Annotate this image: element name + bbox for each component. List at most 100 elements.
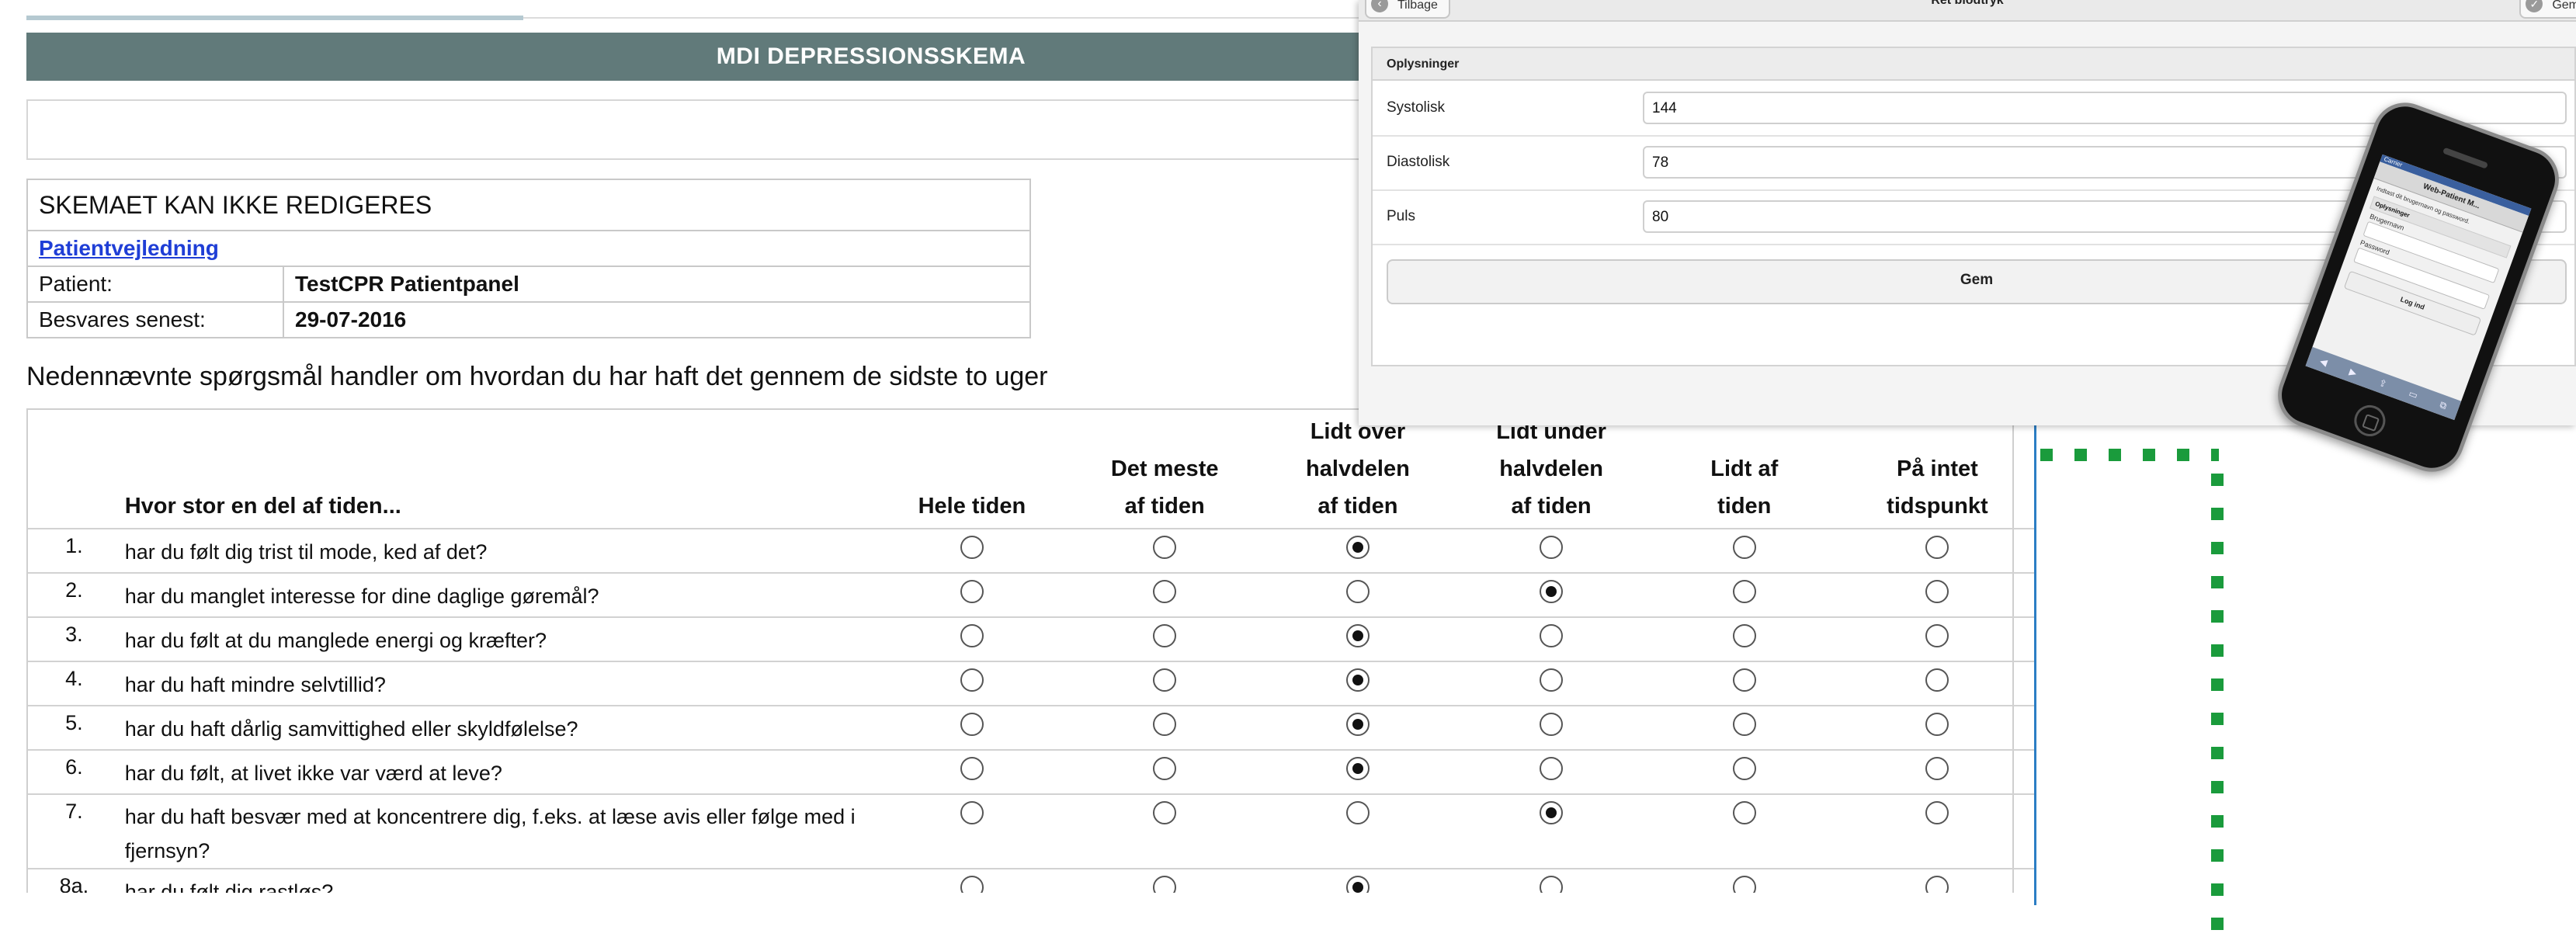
answer-cell xyxy=(1840,528,2034,573)
radio-option[interactable] xyxy=(1925,713,1949,736)
radio-option[interactable] xyxy=(1153,713,1177,736)
radio-option[interactable] xyxy=(1732,801,1756,824)
radio-option[interactable] xyxy=(1925,801,1949,824)
radio-option[interactable] xyxy=(960,668,984,692)
toolbar-save-button[interactable]: ✓ Gem xyxy=(2519,0,2576,19)
answer-cell xyxy=(1068,705,1262,750)
answer-cell xyxy=(1454,793,1648,869)
questions-table: Hvor stor en del af tiden... Hele tiden … xyxy=(28,410,2034,893)
radio-option[interactable] xyxy=(1925,668,1949,692)
question-header: Hvor stor en del af tiden... xyxy=(124,494,401,519)
radio-option[interactable] xyxy=(1153,801,1177,824)
option-header-line: Det meste xyxy=(1110,456,1219,481)
question-text: har du følt dig rastløs? xyxy=(120,868,876,893)
answer-cell xyxy=(1840,616,2034,661)
radio-option[interactable] xyxy=(960,536,984,559)
radio-option[interactable] xyxy=(1153,757,1177,780)
radio-option[interactable] xyxy=(1345,801,1370,824)
question-row: 5. har du haft dårlig samvittighed eller … xyxy=(28,705,2034,750)
share-icon[interactable]: ⇪ xyxy=(2377,377,2388,390)
option-header-line: halvdelen xyxy=(1306,456,1410,481)
radio-option[interactable] xyxy=(1540,757,1564,780)
radio-option[interactable] xyxy=(1732,876,1756,893)
radio-option[interactable] xyxy=(1732,668,1756,692)
radio-option[interactable] xyxy=(1925,624,1949,647)
radio-selected[interactable] xyxy=(1345,536,1370,559)
option-header-line: Hele tiden xyxy=(918,494,1026,519)
intro-text: Nedennævnte spørgsmål handler om hvordan… xyxy=(26,362,1048,391)
radio-option[interactable] xyxy=(1732,713,1756,736)
radio-option[interactable] xyxy=(1925,876,1949,893)
radio-option[interactable] xyxy=(1540,713,1564,736)
toolbar-save-label: Gem xyxy=(2552,0,2576,12)
radio-selected[interactable] xyxy=(1345,876,1370,893)
radio-selected[interactable] xyxy=(1345,668,1370,692)
question-number: 7. xyxy=(28,793,120,869)
answer-cell xyxy=(1261,661,1455,706)
answer-cell xyxy=(1068,572,1262,617)
bp-section-header: Oplysninger xyxy=(1373,48,2574,81)
radio-option[interactable] xyxy=(1732,624,1756,647)
deadline-value: 29-07-2016 xyxy=(283,301,1031,338)
answer-cell xyxy=(1647,868,1841,893)
question-number: 3. xyxy=(28,616,120,661)
radio-option[interactable] xyxy=(960,580,984,603)
radio-option[interactable] xyxy=(1732,580,1756,603)
diastolic-label: Diastolisk xyxy=(1387,154,1450,170)
radio-option[interactable] xyxy=(1925,536,1949,559)
radio-option[interactable] xyxy=(1153,536,1177,559)
radio-selected[interactable] xyxy=(1345,713,1370,736)
radio-selected[interactable] xyxy=(1540,801,1564,824)
radio-option[interactable] xyxy=(1153,876,1177,893)
radio-selected[interactable] xyxy=(1540,580,1564,603)
radio-option[interactable] xyxy=(1153,668,1177,692)
radio-option[interactable] xyxy=(960,713,984,736)
connector-vertical xyxy=(2211,474,2224,937)
tabs-icon[interactable]: ⧉ xyxy=(2438,399,2449,412)
answer-cell xyxy=(875,572,1068,617)
option-header-line xyxy=(876,413,1068,450)
radio-option[interactable] xyxy=(1925,580,1949,603)
answer-cell xyxy=(875,661,1068,706)
question-number: 2. xyxy=(28,572,120,617)
radio-option[interactable] xyxy=(1540,876,1564,893)
radio-option[interactable] xyxy=(1925,757,1949,780)
radio-option[interactable] xyxy=(1540,624,1564,647)
answer-cell xyxy=(875,868,1068,893)
radio-option[interactable] xyxy=(960,801,984,824)
option-header-line: Lidt af xyxy=(1710,456,1779,481)
radio-option[interactable] xyxy=(1732,536,1756,559)
radio-option[interactable] xyxy=(1153,580,1177,603)
radio-option[interactable] xyxy=(1540,536,1564,559)
answer-cell xyxy=(1068,749,1262,794)
question-row: 1. har du følt dig trist til mode, ked af… xyxy=(28,528,2034,573)
check-icon: ✓ xyxy=(2526,0,2543,12)
radio-option[interactable] xyxy=(960,624,984,647)
radio-option[interactable] xyxy=(1345,580,1370,603)
answer-cell xyxy=(1647,616,1841,661)
answer-cell xyxy=(1840,705,2034,750)
patient-guide-link[interactable]: Patientvejledning xyxy=(39,236,219,260)
radio-selected[interactable] xyxy=(1345,624,1370,647)
form-title: MDI DEPRESSIONSSKEMA xyxy=(716,43,1026,69)
question-number: 1. xyxy=(28,528,120,573)
radio-selected[interactable] xyxy=(1345,757,1370,780)
radio-option[interactable] xyxy=(1153,624,1177,647)
forward-icon[interactable]: ▶ xyxy=(2348,366,2358,379)
radio-option[interactable] xyxy=(1732,757,1756,780)
question-row: 6. har du følt, at livet ikke var værd at… xyxy=(28,749,2034,794)
option-header: På intet tidspunkt xyxy=(1841,410,2034,529)
locked-notice: SKEMAET KAN IKKE REDIGERES xyxy=(26,179,1031,231)
radio-option[interactable] xyxy=(960,876,984,893)
radio-option[interactable] xyxy=(960,757,984,780)
answer-cell xyxy=(1647,661,1841,706)
question-row: 4. har du haft mindre selvtillid? xyxy=(28,661,2034,706)
connector-horizontal xyxy=(2040,449,2219,461)
phone-home-button[interactable] xyxy=(2349,401,2390,441)
radio-option[interactable] xyxy=(1540,668,1564,692)
answer-cell xyxy=(1068,528,1262,573)
back-icon[interactable]: ◀ xyxy=(2318,356,2328,368)
question-row: 8a. har du følt dig rastløs? xyxy=(28,868,2034,893)
bookmarks-icon[interactable]: ▭ xyxy=(2408,388,2419,401)
answer-cell xyxy=(1261,616,1455,661)
